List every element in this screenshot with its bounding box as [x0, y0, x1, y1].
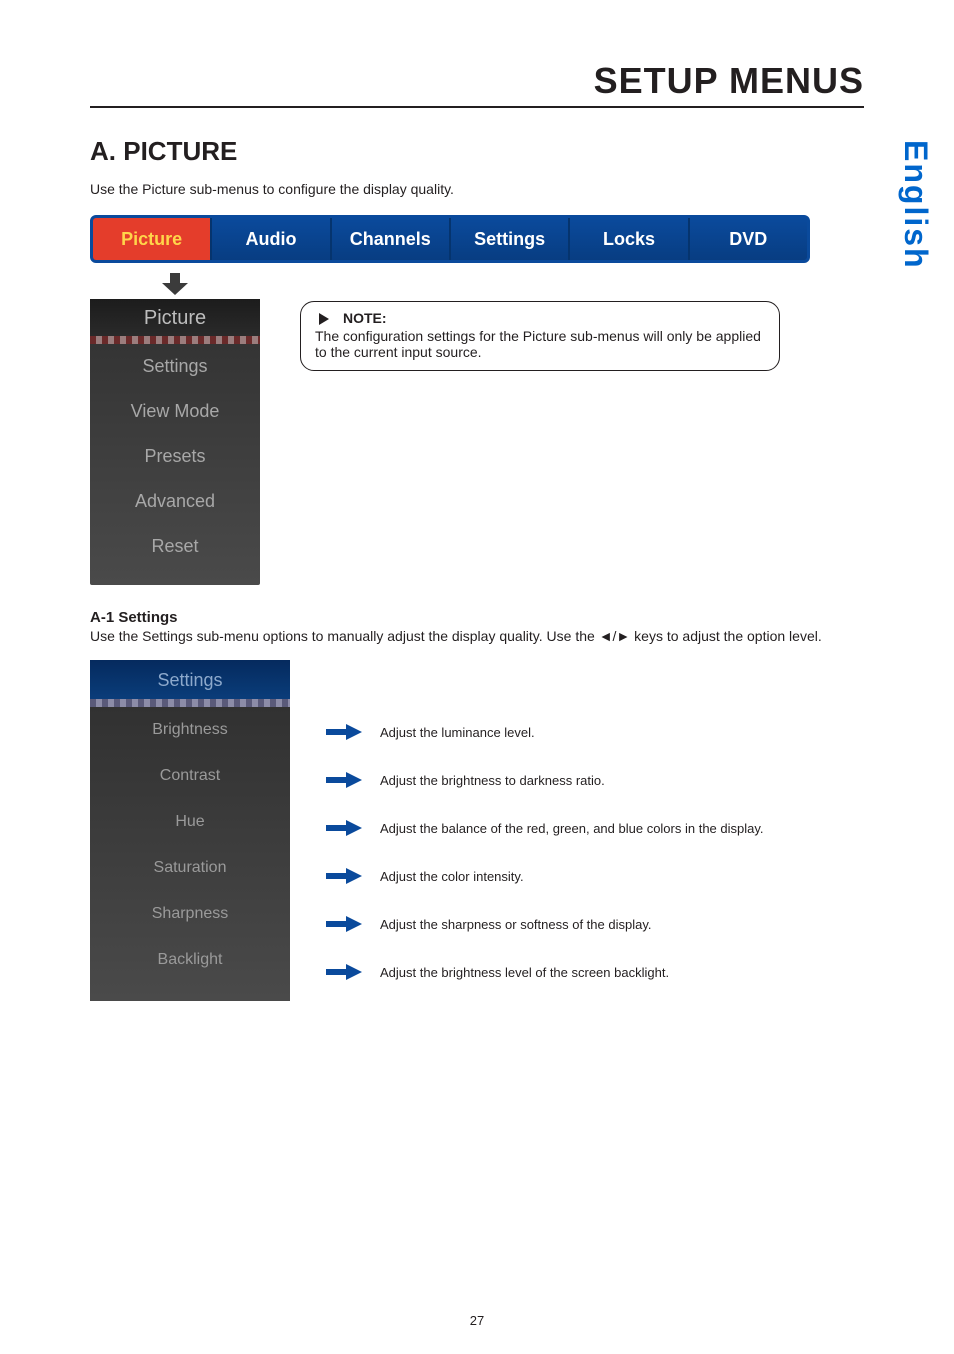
settings-item-saturation[interactable]: Saturation	[90, 845, 290, 891]
picture-submenu-separator	[90, 336, 260, 344]
tab-settings[interactable]: Settings	[451, 218, 570, 260]
picture-submenu-panel: Picture Settings View Mode Presets Advan…	[90, 299, 260, 585]
picture-submenu-header: Picture	[90, 299, 260, 336]
down-arrow-icon	[90, 271, 260, 297]
section-heading-picture: A. PICTURE	[90, 136, 864, 167]
submenu-item-viewmode[interactable]: View Mode	[90, 389, 260, 434]
arrow-right-icon	[326, 724, 362, 740]
submenu-item-presets[interactable]: Presets	[90, 434, 260, 479]
settings-item-brightness[interactable]: Brightness	[90, 707, 290, 753]
note-body: The configuration settings for the Pictu…	[315, 328, 765, 360]
desc-saturation: Adjust the color intensity.	[380, 869, 524, 884]
desc-sharpness: Adjust the sharpness or softness of the …	[380, 917, 651, 932]
tab-channels[interactable]: Channels	[332, 218, 451, 260]
settings-panel-header: Settings	[90, 660, 290, 699]
desc-backlight: Adjust the brightness level of the scree…	[380, 965, 669, 980]
tab-picture[interactable]: Picture	[93, 218, 212, 260]
submenu-item-settings[interactable]: Settings	[90, 344, 260, 389]
side-tab-english: English	[897, 140, 934, 270]
section-intro: Use the Picture sub-menus to configure t…	[90, 181, 864, 197]
arrow-right-icon	[326, 820, 362, 836]
desc-contrast: Adjust the brightness to darkness ratio.	[380, 773, 605, 788]
settings-item-sharpness[interactable]: Sharpness	[90, 891, 290, 937]
settings-panel-separator	[90, 699, 290, 707]
settings-panel: Settings Brightness Contrast Hue Saturat…	[90, 660, 290, 1001]
submenu-item-advanced[interactable]: Advanced	[90, 479, 260, 524]
arrow-right-icon	[326, 772, 362, 788]
tab-locks[interactable]: Locks	[570, 218, 689, 260]
tab-dvd[interactable]: DVD	[690, 218, 807, 260]
tab-audio[interactable]: Audio	[212, 218, 331, 260]
note-lead: NOTE:	[343, 310, 387, 326]
desc-brightness: Adjust the luminance level.	[380, 725, 535, 740]
a1-intro: Use the Settings sub-menu options to man…	[90, 628, 864, 644]
top-menu-bar: Picture Audio Channels Settings Locks DV…	[90, 215, 810, 263]
page-number: 27	[470, 1313, 484, 1328]
a1-heading: A-1 Settings	[90, 609, 864, 626]
page-title: SETUP MENUS	[594, 60, 864, 101]
settings-item-contrast[interactable]: Contrast	[90, 753, 290, 799]
arrow-right-icon	[326, 868, 362, 884]
arrow-right-icon	[326, 964, 362, 980]
submenu-item-reset[interactable]: Reset	[90, 524, 260, 569]
settings-item-backlight[interactable]: Backlight	[90, 937, 290, 983]
settings-item-hue[interactable]: Hue	[90, 799, 290, 845]
note-triangle-icon	[319, 312, 329, 328]
arrow-right-icon	[326, 916, 362, 932]
desc-hue: Adjust the balance of the red, green, an…	[380, 821, 764, 836]
note-box: NOTE: The configuration settings for the…	[300, 301, 780, 371]
